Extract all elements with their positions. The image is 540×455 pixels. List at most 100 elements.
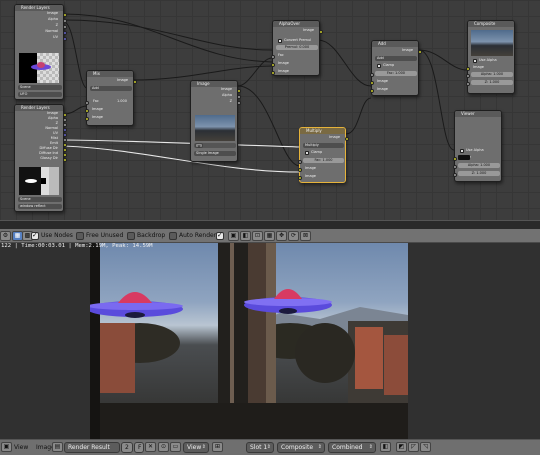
fac-input-socket[interactable] [298, 160, 302, 164]
use-alpha-header-checkbox[interactable] [216, 231, 224, 240]
curve-icon[interactable]: ◸ [408, 442, 419, 452]
fac-input-socket[interactable] [271, 55, 275, 59]
draw-channels-icon[interactable]: ⊞ [212, 442, 223, 452]
slot-select[interactable]: Slot 1 ⇕ [246, 442, 274, 453]
pin-icon[interactable]: ✥ [276, 231, 287, 241]
alpha-output-socket[interactable] [63, 19, 67, 23]
view-menu[interactable]: View [14, 442, 28, 453]
image-output-socket[interactable] [319, 30, 323, 34]
premul-field[interactable]: Premul: 0.000 [276, 45, 318, 50]
fac-value[interactable]: 1.000 [117, 99, 127, 104]
z-field[interactable]: Z: 1.000 [458, 171, 500, 176]
viewer-node[interactable]: Viewer Use Alpha Image Alpha: 1.000 Z: 1… [453, 110, 502, 182]
fac-input-socket[interactable] [85, 101, 89, 105]
normal-output-socket[interactable] [63, 31, 67, 35]
alpha-field[interactable]: Alpha: 1.000 [458, 163, 500, 168]
render-alpha-icon[interactable]: ◧ [240, 231, 251, 241]
uv-output-socket[interactable] [63, 133, 67, 137]
image-name-field[interactable]: Render Result [64, 442, 120, 453]
image-output-socket[interactable] [63, 13, 67, 17]
uv-output-socket[interactable] [63, 37, 67, 41]
mist-output-socket[interactable] [63, 138, 67, 142]
node-editor[interactable]: Render Layers Image Alpha Z Normal UV Sc… [0, 0, 540, 220]
refresh-icon[interactable]: ⟳ [288, 231, 299, 241]
normal-output-socket[interactable] [63, 128, 67, 132]
display-channels-icon[interactable]: ◧ [380, 442, 391, 452]
uv-sync-icon[interactable]: ◹ [420, 442, 431, 452]
image-input-socket[interactable] [298, 176, 302, 180]
backdrop-viewer[interactable]: 122 | Time:00:03.01 | Mem:2.19M, Peak: 1… [0, 243, 540, 439]
auto-render-checkbox[interactable] [169, 232, 177, 240]
image-input-socket[interactable] [271, 63, 275, 67]
emit-output-socket[interactable] [63, 143, 67, 147]
blend-mode-select[interactable]: Add [375, 56, 417, 61]
image-output-socket[interactable] [418, 50, 422, 54]
unlink-image-icon[interactable]: ✕ [145, 442, 156, 452]
z-output-socket[interactable] [63, 25, 67, 29]
render-layer-select[interactable]: Composite ⇕ [277, 442, 325, 453]
checkerboard-icon[interactable]: ▦ [264, 231, 275, 241]
view-mode-select[interactable]: View ⇕ [183, 442, 209, 453]
alpha-output-socket[interactable] [63, 118, 67, 122]
alpha-input-socket[interactable] [453, 165, 457, 169]
z-field[interactable]: Z: 1.000 [471, 80, 513, 85]
view-mode-icon[interactable]: ▭ [170, 442, 181, 452]
glossy-dir-output-socket[interactable] [63, 158, 67, 162]
fake-user-button[interactable]: F [134, 442, 144, 453]
image-input-socket[interactable] [453, 157, 457, 161]
editor-type-icon[interactable]: ⚙ [0, 231, 11, 241]
image-output-socket[interactable] [63, 113, 67, 117]
blend-mode-select[interactable]: Add [90, 86, 132, 91]
image-browse-icon[interactable]: ▤ [52, 442, 63, 452]
image-node[interactable]: Image Image Alpha Z ▤ Single Image [190, 80, 241, 162]
image-pin-icon[interactable]: ⊙ [158, 442, 169, 452]
alphaover-node[interactable]: AlphaOver Image Convert Premul Premul: 0… [271, 20, 323, 76]
backdrop-checkbox[interactable] [127, 232, 135, 240]
image-input-socket[interactable] [85, 109, 89, 113]
fac-field[interactable]: Fac: 1.000 [303, 158, 344, 163]
clamp-checkbox[interactable] [377, 64, 381, 68]
composite-node[interactable]: Composite Use Alpha Image Alpha: 1.000 Z… [466, 20, 515, 94]
image-datablock-selector[interactable]: ▤ [194, 143, 236, 148]
paint-mode-icon[interactable]: ◩ [396, 442, 407, 452]
alpha-output-socket[interactable] [237, 95, 241, 99]
zoom-fit-icon[interactable]: ⊡ [252, 231, 263, 241]
blend-mode-select[interactable]: Multiply [303, 143, 344, 148]
color-swatch[interactable] [458, 155, 470, 160]
image-source-select[interactable]: Single Image [194, 151, 236, 156]
image-input-socket[interactable] [298, 168, 302, 172]
area-splitter[interactable] [0, 220, 540, 229]
scene-selector[interactable]: Scene [18, 85, 62, 90]
image-input-socket[interactable] [370, 89, 374, 93]
editor-type-icon[interactable]: ▣ [1, 442, 12, 452]
multiply-node[interactable]: Multiply Image Multiply Clamp Fac: 1.000… [298, 127, 349, 183]
image-input-socket[interactable] [85, 117, 89, 121]
image-output-socket[interactable] [133, 80, 137, 84]
layer-selector[interactable]: UFO [18, 92, 62, 97]
diffuse-dir-output-socket[interactable] [63, 148, 67, 152]
image-output-socket[interactable] [345, 137, 349, 141]
z-output-socket[interactable] [63, 123, 67, 127]
use-nodes-checkbox[interactable] [31, 231, 39, 240]
fac-field[interactable]: Fac: 1.000 [375, 71, 417, 76]
z-input-socket[interactable] [466, 82, 470, 86]
image-input-socket[interactable] [271, 71, 275, 75]
render-layers-node[interactable]: Render Layers Image Alpha Z Normal UV Sc… [14, 4, 67, 100]
render-pass-select[interactable]: Combined ⇕ [328, 442, 376, 453]
users-count[interactable]: 2 [121, 442, 133, 453]
image-input-socket[interactable] [370, 81, 374, 85]
clamp-checkbox[interactable] [305, 151, 309, 155]
lock-icon[interactable]: ⊠ [300, 231, 311, 241]
use-alpha-checkbox[interactable] [473, 59, 477, 63]
convert-premul-checkbox[interactable] [278, 39, 282, 43]
image-browse-icon[interactable]: ▤ [195, 143, 203, 148]
z-output-socket[interactable] [237, 101, 241, 105]
mix-node[interactable]: Mix Image Add Fac 1.000 Image Image [85, 70, 137, 126]
render-image-icon[interactable]: ▣ [228, 231, 239, 241]
scene-selector[interactable]: Scene [18, 197, 62, 202]
use-alpha-checkbox[interactable] [460, 149, 464, 153]
alpha-input-socket[interactable] [466, 74, 470, 78]
alpha-field[interactable]: Alpha: 1.000 [471, 72, 513, 77]
add-node[interactable]: Add Image Add Clamp Fac: 1.000 Image Ima… [370, 40, 422, 96]
z-input-socket[interactable] [453, 173, 457, 177]
